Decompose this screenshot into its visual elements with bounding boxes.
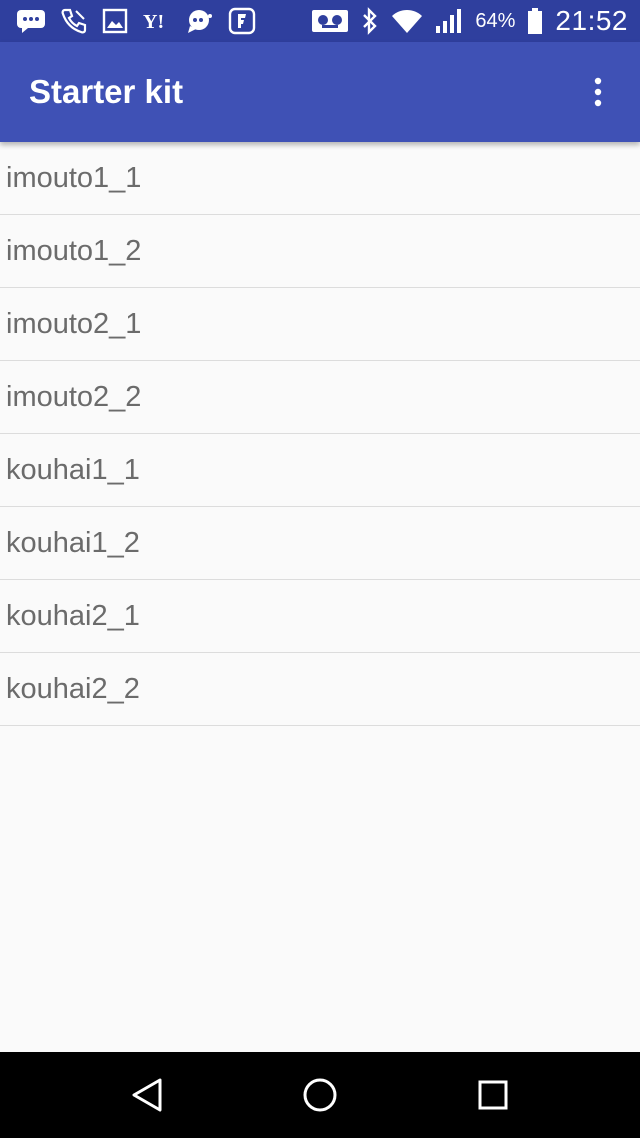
status-bar: Y! 64% 21:52: [0, 0, 640, 42]
chat-icon: [186, 8, 214, 34]
list-item[interactable]: kouhai2_1: [0, 580, 640, 653]
list-item[interactable]: imouto2_2: [0, 361, 640, 434]
list-item[interactable]: kouhai1_1: [0, 434, 640, 507]
list-item[interactable]: kouhai1_2: [0, 507, 640, 580]
recents-icon: [477, 1079, 509, 1111]
list-item-label: imouto2_2: [6, 380, 142, 413]
signal-icon: [435, 8, 463, 34]
system-icons: 64% 21:52: [311, 5, 628, 37]
home-icon: [302, 1077, 338, 1113]
message-icon: [16, 9, 46, 33]
list-item-label: imouto2_1: [6, 307, 142, 340]
list-item[interactable]: kouhai2_2: [0, 653, 640, 726]
page-title: Starter kit: [29, 73, 184, 110]
clock: 21:52: [555, 5, 628, 36]
item-list: imouto1_1 imouto1_2 imouto2_1 imouto2_2 …: [0, 142, 640, 726]
list-item-label: kouhai2_2: [6, 672, 140, 705]
list-item-label: kouhai1_2: [6, 526, 140, 559]
navigation-bar: [0, 1052, 640, 1138]
yahoo-label: Y!: [143, 11, 164, 33]
back-button[interactable]: [107, 1055, 187, 1135]
voicemail-icon: [311, 8, 349, 34]
list-item-label: imouto1_1: [6, 161, 142, 194]
notification-icons: Y!: [16, 7, 256, 35]
foursquare-icon: [228, 7, 256, 35]
list-item[interactable]: imouto2_1: [0, 288, 640, 361]
app-bar: Starter kit: [0, 42, 640, 142]
list-item-label: imouto1_2: [6, 234, 142, 267]
bluetooth-icon: [361, 7, 379, 35]
battery-icon: [527, 7, 543, 35]
recents-button[interactable]: [453, 1055, 533, 1135]
yahoo-icon: Y!: [142, 9, 172, 33]
battery-percent: 64%: [475, 9, 516, 32]
wifi-icon: [391, 8, 423, 34]
image-icon: [102, 8, 128, 34]
more-vert-icon: [592, 77, 604, 107]
back-icon: [130, 1077, 164, 1113]
list-item-label: kouhai1_1: [6, 453, 140, 486]
home-button[interactable]: [280, 1055, 360, 1135]
list-item-label: kouhai2_1: [6, 599, 140, 632]
list-item[interactable]: imouto1_1: [0, 142, 640, 215]
list-item[interactable]: imouto1_2: [0, 215, 640, 288]
phone-icon: [60, 7, 88, 35]
overflow-menu-button[interactable]: [578, 62, 618, 122]
